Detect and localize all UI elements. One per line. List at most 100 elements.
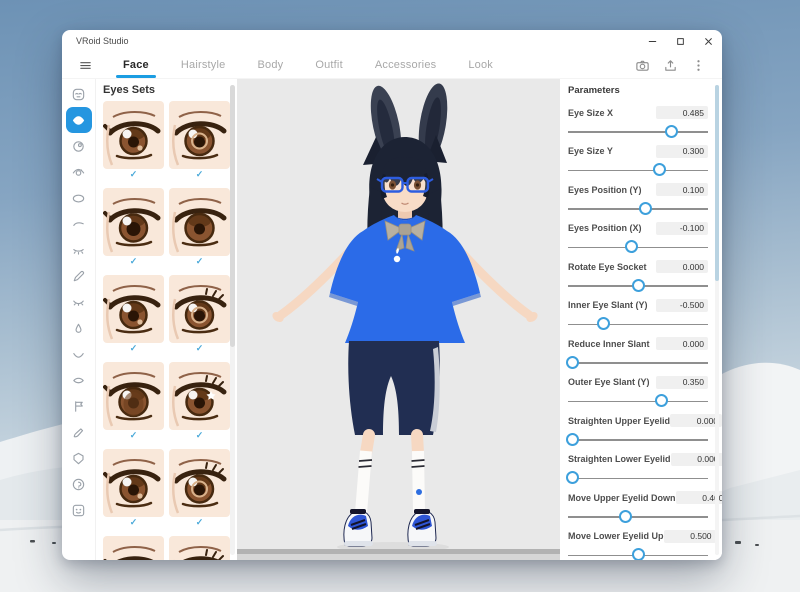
- slider-handle[interactable]: [566, 433, 579, 446]
- parameter-slider[interactable]: [568, 238, 708, 258]
- slider-track[interactable]: [568, 324, 708, 326]
- eye-style-thumbnail[interactable]: [169, 449, 230, 517]
- eye-style-item[interactable]: ✓: [169, 449, 230, 536]
- eye-style-item[interactable]: ✓: [169, 101, 230, 188]
- eye-style-item[interactable]: ✓: [103, 101, 164, 188]
- parameters-scrollbar[interactable]: [715, 85, 719, 555]
- slider-handle[interactable]: [665, 125, 678, 138]
- sidebar-item-head-hair[interactable]: [66, 471, 92, 497]
- tab-outfit[interactable]: Outfit: [303, 52, 355, 78]
- eye-style-thumbnail[interactable]: [169, 188, 230, 256]
- parameter-value[interactable]: -0.500: [656, 299, 708, 312]
- parameter-value[interactable]: 0.500: [664, 530, 716, 543]
- parameter-value[interactable]: -0.100: [656, 222, 708, 235]
- parameter-slider[interactable]: [568, 122, 708, 142]
- sidebar-item-face-preset[interactable]: [66, 81, 92, 107]
- sidebar-item-iris[interactable]: [66, 133, 92, 159]
- slider-handle[interactable]: [566, 356, 579, 369]
- thumbnail-scrollbar[interactable]: [230, 85, 235, 555]
- parameter-slider[interactable]: [568, 469, 708, 489]
- parameter-slider[interactable]: [568, 353, 708, 373]
- eye-style-item[interactable]: ✓: [169, 188, 230, 275]
- eye-style-thumbnail[interactable]: [169, 536, 230, 560]
- slider-track[interactable]: [568, 439, 708, 441]
- eye-style-thumbnail[interactable]: [103, 362, 164, 430]
- parameter-value[interactable]: 0.485: [656, 106, 708, 119]
- sidebar-item-eyelid[interactable]: [66, 289, 92, 315]
- 3d-viewport[interactable]: [237, 79, 560, 560]
- parameter-slider[interactable]: [568, 161, 708, 181]
- slider-track[interactable]: [568, 401, 708, 403]
- slider-handle[interactable]: [632, 279, 645, 292]
- slider-handle[interactable]: [653, 163, 666, 176]
- export-button[interactable]: [663, 58, 678, 73]
- more-options-button[interactable]: [691, 58, 706, 73]
- parameter-value[interactable]: 0.100: [656, 183, 708, 196]
- parameter-slider[interactable]: [568, 315, 708, 335]
- eye-style-thumbnail[interactable]: [103, 275, 164, 343]
- parameter-value[interactable]: 0.000: [656, 337, 708, 350]
- close-button[interactable]: [694, 30, 722, 52]
- slider-track[interactable]: [568, 362, 708, 364]
- parameter-value[interactable]: 0.300: [656, 145, 708, 158]
- parameter-value[interactable]: 0.350: [656, 376, 708, 389]
- slider-track[interactable]: [568, 247, 708, 249]
- eye-style-item[interactable]: ✓: [169, 362, 230, 449]
- parameter-slider[interactable]: [568, 276, 708, 296]
- sidebar-item-eye-highlight[interactable]: [66, 159, 92, 185]
- slider-handle[interactable]: [632, 548, 645, 560]
- tab-face[interactable]: Face: [111, 52, 161, 78]
- sidebar-item-expression[interactable]: [66, 497, 92, 523]
- eye-style-thumbnail[interactable]: [103, 188, 164, 256]
- slider-handle[interactable]: [566, 471, 579, 484]
- slider-handle[interactable]: [655, 394, 668, 407]
- parameter-slider[interactable]: [568, 430, 708, 450]
- parameter-slider[interactable]: [568, 507, 708, 527]
- parameter-slider[interactable]: [568, 546, 708, 561]
- eye-style-thumbnail[interactable]: [169, 101, 230, 169]
- slider-track[interactable]: [568, 170, 708, 172]
- sidebar-item-mouth[interactable]: [66, 341, 92, 367]
- slider-track[interactable]: [568, 131, 708, 133]
- slider-track[interactable]: [568, 478, 708, 480]
- parameters-scrollbar-thumb[interactable]: [715, 85, 719, 281]
- parameter-slider[interactable]: [568, 199, 708, 219]
- sidebar-item-eyelash[interactable]: [66, 237, 92, 263]
- slider-track[interactable]: [568, 516, 708, 518]
- eye-style-thumbnail[interactable]: [103, 536, 164, 560]
- thumbnail-scrollbar-thumb[interactable]: [230, 85, 235, 347]
- slider-handle[interactable]: [619, 510, 632, 523]
- sidebar-item-nose[interactable]: [66, 315, 92, 341]
- eye-style-thumbnail[interactable]: [103, 101, 164, 169]
- tab-accessories[interactable]: Accessories: [363, 52, 449, 78]
- parameter-value[interactable]: 0.000: [656, 260, 708, 273]
- menu-button[interactable]: [78, 58, 93, 73]
- eye-style-item[interactable]: ✓: [103, 275, 164, 362]
- sidebar-item-lips[interactable]: [66, 367, 92, 393]
- eye-style-item[interactable]: ✓: [169, 275, 230, 362]
- slider-handle[interactable]: [625, 240, 638, 253]
- sidebar-item-makeup-brush[interactable]: [66, 419, 92, 445]
- eye-style-thumbnail[interactable]: [169, 275, 230, 343]
- eye-style-thumbnail[interactable]: [103, 449, 164, 517]
- slider-handle[interactable]: [639, 202, 652, 215]
- camera-button[interactable]: [635, 58, 650, 73]
- tab-look[interactable]: Look: [456, 52, 505, 78]
- eye-style-item[interactable]: ✓: [103, 362, 164, 449]
- parameter-slider[interactable]: [568, 392, 708, 412]
- eye-style-item[interactable]: ✓: [103, 188, 164, 275]
- minimize-button[interactable]: [638, 30, 666, 52]
- sidebar-item-eyebrow[interactable]: [66, 211, 92, 237]
- sidebar-item-face-outline[interactable]: [66, 445, 92, 471]
- tab-hairstyle[interactable]: Hairstyle: [169, 52, 238, 78]
- eye-style-item[interactable]: ✓: [103, 449, 164, 536]
- sidebar-item-eye-white[interactable]: [66, 185, 92, 211]
- maximize-button[interactable]: [666, 30, 694, 52]
- eye-style-thumbnail[interactable]: [169, 362, 230, 430]
- eye-style-item[interactable]: [103, 536, 164, 560]
- sidebar-item-face-paint[interactable]: [66, 393, 92, 419]
- slider-handle[interactable]: [597, 317, 610, 330]
- sidebar-item-eyeliner[interactable]: [66, 263, 92, 289]
- eye-style-item[interactable]: [169, 536, 230, 560]
- tab-body[interactable]: Body: [245, 52, 295, 78]
